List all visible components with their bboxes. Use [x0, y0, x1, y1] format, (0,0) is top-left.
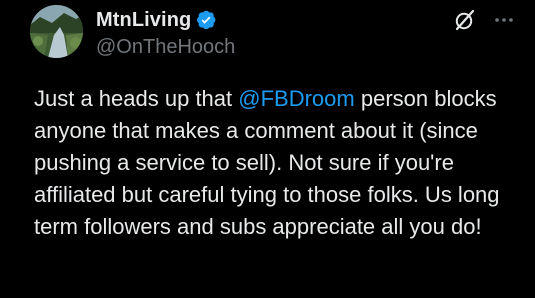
more-icon[interactable] [492, 8, 516, 32]
grok-icon[interactable] [453, 8, 477, 32]
avatar[interactable] [30, 5, 83, 58]
verified-badge-icon[interactable] [195, 9, 217, 31]
post-text-start: Just a heads up that [34, 86, 239, 111]
avatar-image [30, 5, 83, 58]
post: MtnLiving @OnTheHooch Just a heads up th… [0, 0, 535, 298]
post-header: MtnLiving @OnTheHooch [96, 7, 436, 59]
handle[interactable]: @OnTheHooch [96, 36, 436, 59]
mention-link[interactable]: @FBDroom [238, 86, 354, 111]
display-name[interactable]: MtnLiving [96, 9, 191, 32]
name-row: MtnLiving [96, 7, 436, 33]
post-text: Just a heads up that @FBDroom person blo… [34, 83, 524, 243]
